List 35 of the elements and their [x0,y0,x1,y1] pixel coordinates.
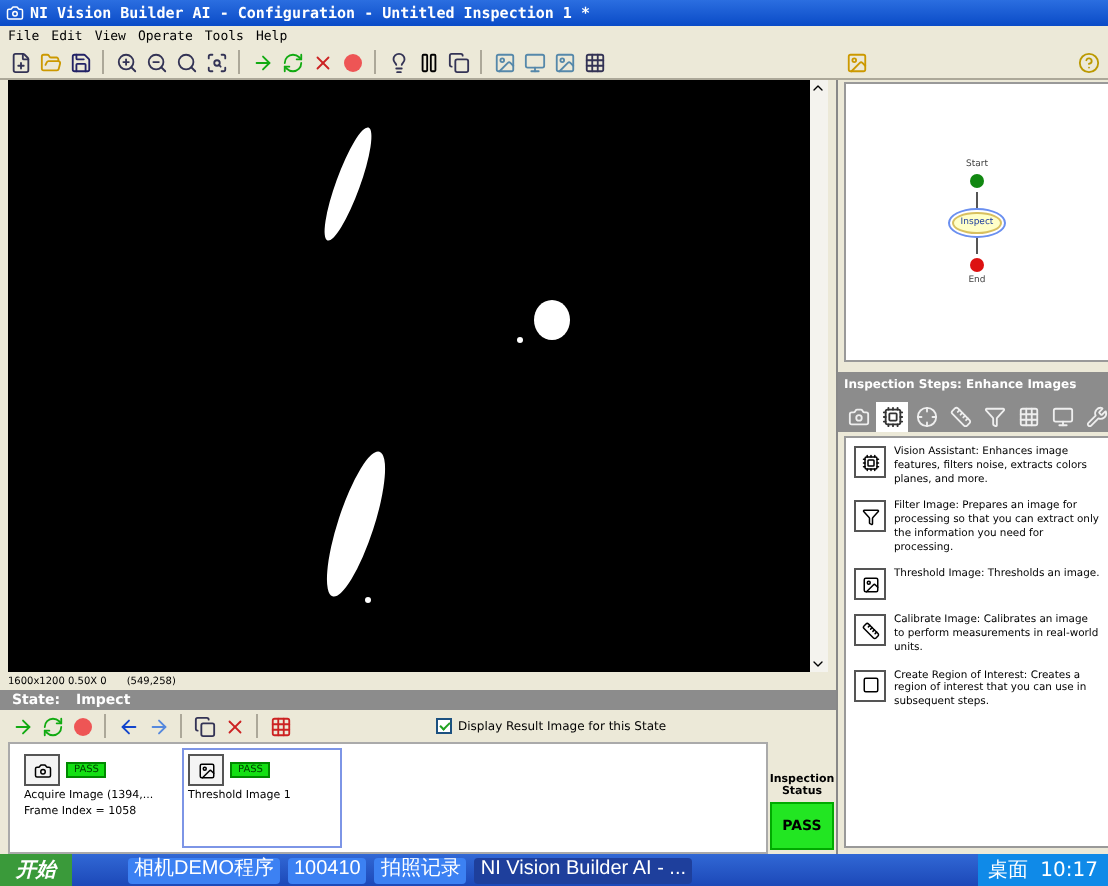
square-icon[interactable] [854,669,886,701]
image-icon [188,754,224,786]
zoom-in-icon[interactable] [112,48,140,76]
ruler-icon[interactable] [854,614,886,647]
grid-icon[interactable] [580,48,608,76]
search-icon[interactable] [172,48,200,76]
save-icon[interactable] [66,48,94,76]
chip-tab[interactable] [876,402,908,432]
taskbar-button[interactable]: 相机DEMO程序 [128,857,280,883]
image-icon[interactable] [854,568,886,601]
refresh-icon[interactable] [38,712,66,740]
tray-label: 桌面 [988,857,1029,884]
end-node[interactable] [970,257,984,271]
zoom-fit-icon[interactable] [202,48,230,76]
checkbox[interactable] [436,718,452,734]
copy-icon[interactable] [444,48,472,76]
connector-line [976,191,978,207]
camera-icon [24,754,60,786]
app-icon [6,4,24,22]
clock: 10:17 [1040,859,1098,881]
chip-icon[interactable] [854,446,886,478]
refresh-icon[interactable] [278,48,306,76]
start-button[interactable]: 开始 [0,854,72,886]
filter-icon[interactable] [854,500,886,533]
scroll-up-icon[interactable] [810,80,826,96]
zoom-out-icon[interactable] [142,48,170,76]
monitor-icon[interactable] [520,48,548,76]
scroll-down-icon[interactable] [810,656,826,672]
connector-line [976,237,978,253]
taskbar-button[interactable]: NI Vision Builder AI - ... [474,857,693,883]
start-node[interactable] [970,173,984,187]
grid-icon[interactable] [266,712,294,740]
copy-icon[interactable] [190,712,218,740]
taskbar-button[interactable]: 100410 [288,857,367,883]
taskbar-button[interactable]: 拍照记录 [374,857,467,883]
